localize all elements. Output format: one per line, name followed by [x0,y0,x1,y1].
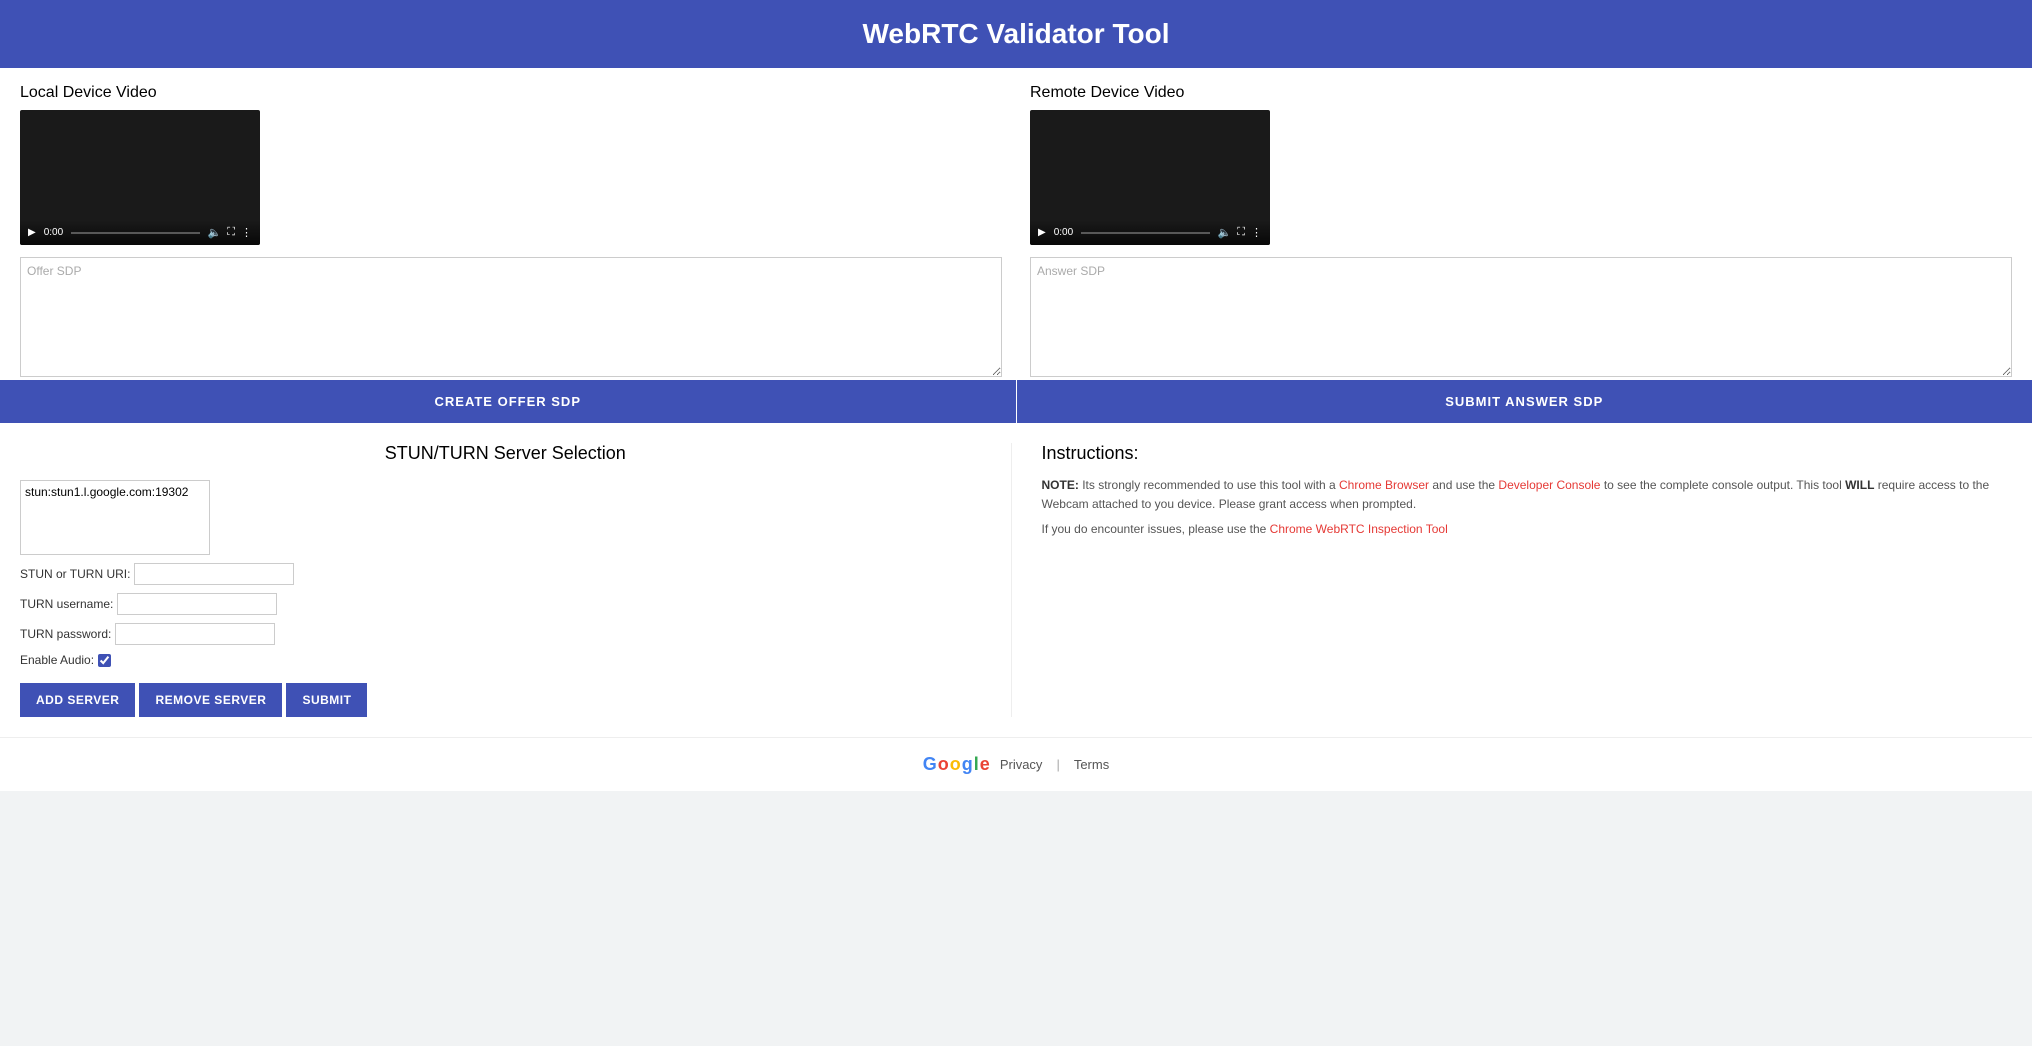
remote-volume-icon[interactable]: 🔈 [1218,226,1232,239]
stun-uri-input[interactable] [134,563,294,585]
instructions-text-part2: and use the [1432,478,1498,492]
instructions-text-part1: Its strongly recommended to use this too… [1082,478,1339,492]
developer-console-link[interactable]: Developer Console [1498,478,1600,492]
instructions-title: Instructions: [1042,443,2013,464]
note-label: NOTE: [1042,478,1079,492]
create-offer-sdp-button[interactable]: CREATE OFFER SDP [0,380,1017,423]
remote-video-section: Remote Device Video ▶ 0:00 🔈 ⛶ ⋮ [1010,84,2012,245]
stun-turn-title: STUN/TURN Server Selection [20,443,991,464]
local-fullscreen-icon[interactable]: ⛶ [227,226,235,239]
remote-video-label: Remote Device Video [1030,84,2012,102]
turn-username-label: TURN username: [20,597,113,611]
local-video-player[interactable]: ▶ 0:00 🔈 ⛶ ⋮ [20,110,260,245]
turn-password-input[interactable] [115,623,275,645]
lower-section: STUN/TURN Server Selection stun:stun1.l.… [0,423,2032,737]
instructions-section: Instructions: NOTE: Its strongly recomme… [1012,443,2013,717]
local-volume-icon[interactable]: 🔈 [208,226,222,239]
enable-audio-label: Enable Audio: [20,653,94,667]
enable-audio-row: Enable Audio: [20,653,991,667]
local-more-icon[interactable]: ⋮ [241,226,252,239]
instructions-body: NOTE: Its strongly recommended to use th… [1042,476,2013,540]
second-line-text: If you do encounter issues, please use t… [1042,522,1270,536]
turn-password-row: TURN password: [20,623,991,645]
remote-video-progress [1081,232,1209,234]
turn-username-input[interactable] [117,593,277,615]
remote-video-player[interactable]: ▶ 0:00 🔈 ⛶ ⋮ [1030,110,1270,245]
instructions-text-part3: to see the complete console output. This… [1604,478,1845,492]
stun-turn-section: STUN/TURN Server Selection stun:stun1.l.… [20,443,1012,717]
add-server-button[interactable]: ADD SERVER [20,683,135,717]
local-video-time: 0:00 [44,227,63,238]
instructions-second-line: If you do encounter issues, please use t… [1042,520,2013,539]
chrome-browser-link[interactable]: Chrome Browser [1339,478,1429,492]
turn-username-row: TURN username: [20,593,991,615]
local-video-label: Local Device Video [20,84,1002,102]
stun-button-group: ADD SERVER REMOVE SERVER SUBMIT [20,683,991,717]
local-video-ctrl-icons: 🔈 ⛶ ⋮ [208,226,252,239]
terms-link[interactable]: Terms [1074,757,1109,772]
will-bold: WILL [1845,478,1874,492]
local-video-progress [71,232,199,234]
offer-sdp-textarea[interactable] [20,257,1002,377]
google-g: G [923,754,937,775]
google-logo: G o o g l e [923,754,990,775]
stun-uri-row: STUN or TURN URI: [20,563,991,585]
sdp-button-row: CREATE OFFER SDP SUBMIT ANSWER SDP [0,380,2032,423]
page-header: WebRTC Validator Tool [0,0,2032,68]
enable-audio-checkbox[interactable] [98,654,111,667]
privacy-link[interactable]: Privacy [1000,757,1043,772]
submit-answer-sdp-button[interactable]: SUBMIT ANSWER SDP [1017,380,2032,423]
page-footer: G o o g l e Privacy | Terms [0,737,2032,791]
remote-more-icon[interactable]: ⋮ [1251,226,1262,239]
remote-play-button[interactable]: ▶ [1038,227,1046,238]
chrome-webrtc-link[interactable]: Chrome WebRTC Inspection Tool [1270,522,1448,536]
footer-divider: | [1056,757,1059,772]
submit-stun-button[interactable]: SUBMIT [286,683,367,717]
remote-fullscreen-icon[interactable]: ⛶ [1237,226,1245,239]
remote-video-time: 0:00 [1054,227,1073,238]
stun-server-list[interactable]: stun:stun1.l.google.com:19302 [20,480,210,555]
local-play-button[interactable]: ▶ [28,227,36,238]
remove-server-button[interactable]: REMOVE SERVER [139,683,282,717]
answer-sdp-textarea[interactable] [1030,257,2012,377]
turn-password-label: TURN password: [20,627,111,641]
page-title: WebRTC Validator Tool [18,18,2014,50]
answer-sdp-section [1010,257,2012,380]
stun-uri-label: STUN or TURN URI: [20,567,130,581]
offer-sdp-section [20,257,1010,380]
remote-video-ctrl-icons: 🔈 ⛶ ⋮ [1218,226,1262,239]
local-video-section: Local Device Video ▶ 0:00 🔈 ⛶ ⋮ [20,84,1010,245]
